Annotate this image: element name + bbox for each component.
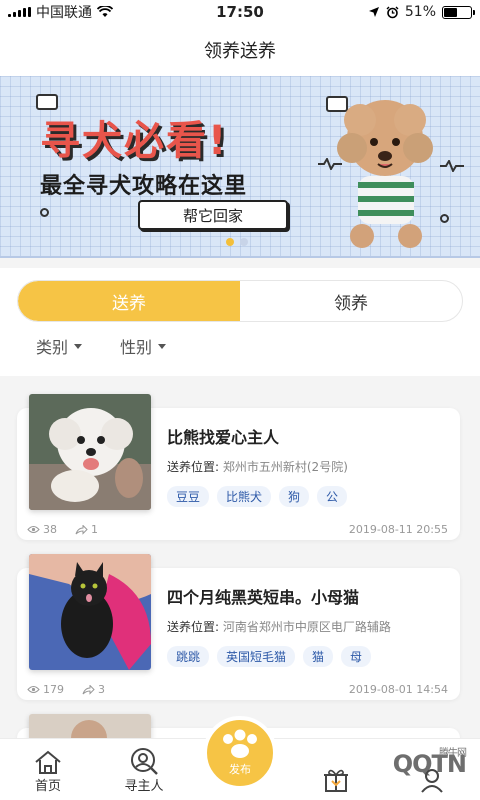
tag: 猫 — [303, 646, 334, 667]
signal-icon — [8, 7, 31, 17]
tab-rehome[interactable]: 送养 — [18, 281, 240, 321]
share-count[interactable]: 3 — [82, 683, 105, 696]
listing-location: 送养位置: 郑州市五州新村(2号院) — [167, 458, 348, 475]
share-count-value: 3 — [98, 683, 105, 696]
battery-fill — [444, 7, 458, 17]
watermark: 腾牛网 QQTN — [393, 748, 467, 778]
listing-date: 2019-08-01 14:54 — [348, 683, 448, 696]
circle-decoration — [440, 214, 449, 223]
share-icon — [75, 524, 88, 535]
tab-find-owner[interactable]: 寻主人 — [96, 739, 192, 800]
banner-title: 寻犬必看! — [40, 118, 229, 164]
location-arrow-icon — [368, 7, 379, 17]
search-owner-icon — [131, 748, 158, 775]
tabs-section: 送养 领养 类别 性别 — [0, 268, 480, 376]
status-right: 51% — [312, 4, 475, 20]
caret-down-icon — [158, 343, 167, 349]
publish-button[interactable]: 发布 — [203, 716, 277, 790]
watermark-text: 腾牛网 — [439, 748, 467, 759]
listing-card[interactable]: 四个月纯黑英短串。小母猫 送养位置: 河南省郑州市中原区电厂路辅路 跳跳 英国短… — [17, 554, 460, 700]
view-count: 179 — [27, 683, 64, 696]
paw-icon — [223, 729, 257, 758]
wifi-icon — [97, 6, 113, 17]
banner-button[interactable]: 帮它回家 — [138, 200, 288, 230]
tab-gift[interactable] — [288, 739, 384, 800]
tag: 跳跳 — [167, 646, 210, 667]
tab-adopt[interactable]: 领养 — [240, 281, 462, 321]
nav-bar: 领养送养 — [0, 24, 480, 76]
share-count[interactable]: 1 — [75, 523, 98, 536]
promo-banner[interactable]: 寻犬必看! 最全寻犬攻略在这里 帮它回家 — [0, 76, 480, 258]
segmented-control: 送养 领养 — [17, 280, 463, 322]
tag: 英国短毛猫 — [217, 646, 296, 667]
tag: 母 — [341, 646, 372, 667]
pet-photo — [29, 554, 151, 670]
tag: 豆豆 — [167, 486, 210, 507]
alarm-icon — [386, 6, 399, 18]
caret-down-icon — [74, 343, 83, 349]
status-time: 17:50 — [216, 3, 264, 21]
location-label: 送养位置: — [167, 460, 220, 474]
eye-icon — [27, 686, 40, 693]
carousel-dot[interactable] — [240, 238, 248, 246]
listing-location: 送养位置: 河南省郑州市中原区电厂路辅路 — [167, 618, 391, 635]
page-title: 领养送养 — [204, 41, 276, 62]
listing-card[interactable]: 比熊找爱心主人 送养位置: 郑州市五州新村(2号院) 豆豆 比熊犬 狗 公 38… — [17, 394, 460, 540]
share-icon — [82, 684, 95, 695]
carousel-dot[interactable] — [226, 238, 234, 246]
view-count-value: 38 — [43, 523, 57, 536]
pet-photo — [29, 394, 151, 510]
tab-home[interactable]: 首页 — [0, 739, 96, 800]
gender-filter-label: 性别 — [120, 338, 153, 357]
location-value: 郑州市五州新村(2号院) — [222, 460, 348, 474]
listing-title: 四个月纯黑英短串。小母猫 — [167, 588, 360, 607]
status-left: 中国联通 — [8, 2, 168, 22]
battery-icon — [442, 5, 475, 19]
home-icon — [35, 750, 61, 774]
location-label: 送养位置: — [167, 620, 220, 634]
tab-find-owner-label: 寻主人 — [124, 779, 164, 794]
tab-home-label: 首页 — [34, 779, 61, 794]
location-value: 河南省郑州市中原区电厂路辅路 — [222, 620, 391, 634]
status-bar: 中国联通 17:50 51% — [0, 0, 480, 24]
listing-title: 比熊找爱心主人 — [167, 428, 280, 447]
view-count-value: 179 — [43, 683, 64, 696]
publish-label: 发布 — [229, 763, 251, 776]
filter-bar: 类别 性别 — [36, 334, 167, 358]
tag-list: 豆豆 比熊犬 狗 公 — [167, 486, 348, 507]
gender-filter[interactable]: 性别 — [120, 334, 167, 358]
poodle-illustration — [337, 100, 433, 248]
tag: 比熊犬 — [217, 486, 272, 507]
lightning-icon — [440, 160, 464, 172]
listing-meta: 38 1 — [27, 523, 98, 536]
tag: 狗 — [279, 486, 310, 507]
gift-icon — [324, 769, 348, 792]
battery-percent: 51% — [404, 4, 436, 20]
banner-subtitle: 最全寻犬攻略在这里 — [40, 174, 248, 199]
category-filter[interactable]: 类别 — [36, 334, 83, 358]
share-count-value: 1 — [91, 523, 98, 536]
listing-meta: 179 3 — [27, 683, 105, 696]
tag: 公 — [317, 486, 348, 507]
carrier-label: 中国联通 — [36, 5, 92, 21]
view-count: 38 — [27, 523, 57, 536]
category-filter-label: 类别 — [36, 338, 69, 357]
tag-list: 跳跳 英国短毛猫 猫 母 — [167, 646, 372, 667]
eye-icon — [27, 526, 40, 533]
carousel-dots — [226, 238, 248, 246]
circle-decoration — [40, 208, 49, 217]
listing-date: 2019-08-11 20:55 — [348, 523, 448, 536]
